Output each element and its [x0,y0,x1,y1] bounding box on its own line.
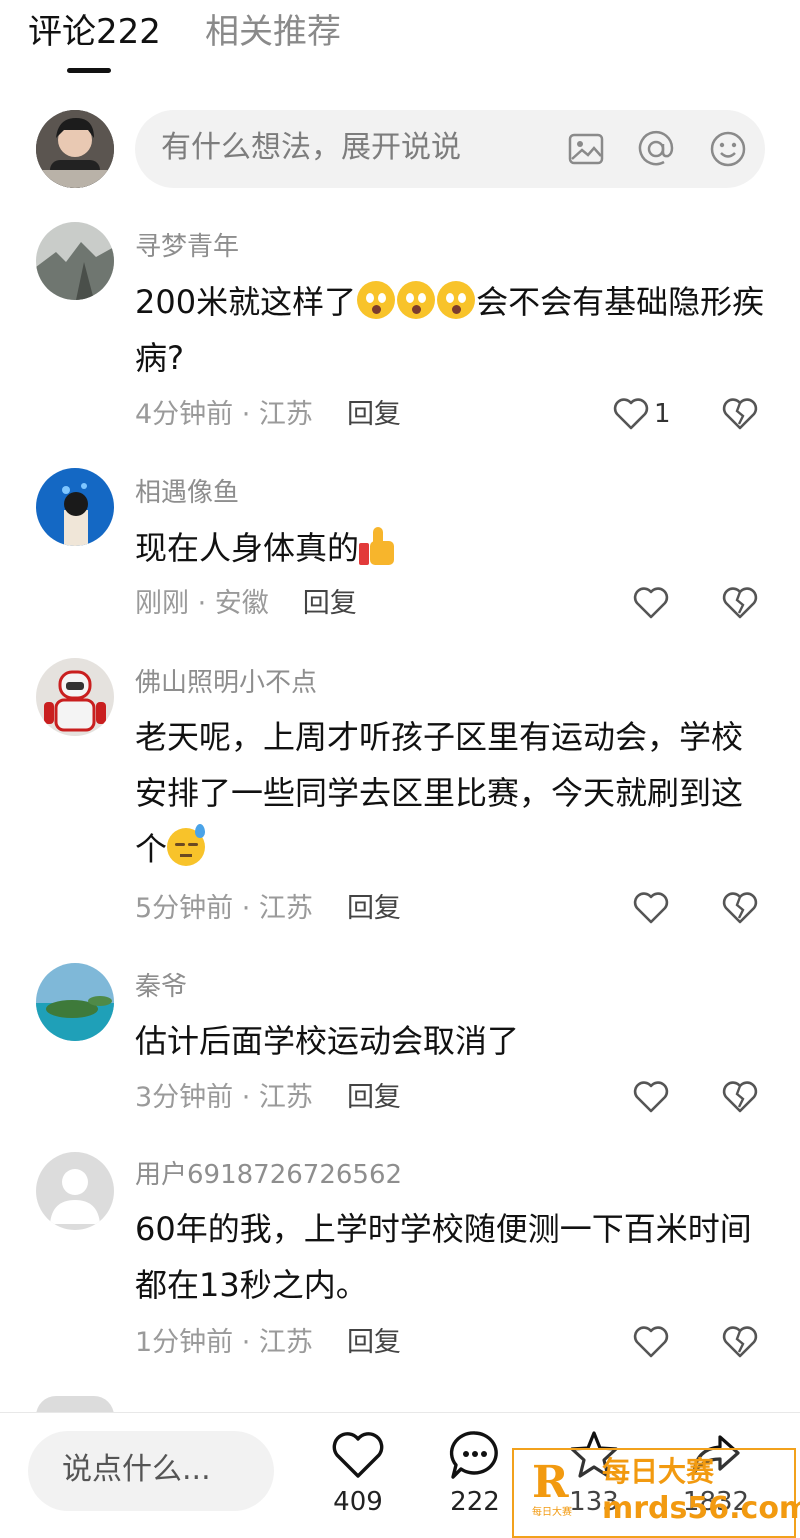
watermark-small-text: 每日大赛 [532,1507,572,1518]
comment-text: 老天呢，上周才听孩子区里有运动会，学校安排了一些同学去区里比赛，今天就刷到这个 [135,709,765,877]
comment-meta: 1分钟前 · 江苏 回复 [135,1325,401,1361]
tab-related[interactable]: 相关推荐 [205,10,341,54]
broken-heart-icon[interactable] [722,1325,758,1359]
dizzy-emoji-icon [437,281,476,319]
comment-time-location: 刚刚 · 安徽 [135,588,269,619]
comment-text-part: 现在人身体真的 [135,529,360,567]
my-avatar[interactable] [36,110,114,188]
comment-meta: 4分钟前 · 江苏 回复 [135,397,401,433]
dizzy-emoji-icon [397,281,436,319]
heart-icon[interactable] [613,397,649,431]
comment-text-part: 老天呢，上周才听孩子区里有运动会，学校安排了一些同学去区里比赛，今天就刷到这个 [135,718,744,868]
reply-button[interactable]: 回复 [347,1082,401,1113]
comment-username[interactable]: 寻梦青年 [135,230,239,264]
heart-icon[interactable] [633,1325,669,1359]
tab-comments[interactable]: 评论222 [28,10,161,54]
watermark: R 每日大赛 每日大赛 mrds56.com [512,1448,800,1538]
comment-meta: 3分钟前 · 江苏 回复 [135,1080,401,1116]
comment-input[interactable]: 有什么想法，展开说说 [135,110,765,188]
comment-count: 222 [450,1487,500,1517]
watermark-logo: R [532,1457,569,1508]
broken-heart-icon[interactable] [722,586,758,620]
reply-button[interactable]: 回复 [347,893,401,924]
watermark-title: 每日大赛 [602,1455,715,1488]
avatar[interactable] [36,963,114,1041]
avatar[interactable] [36,1152,114,1230]
at-icon[interactable] [637,130,675,168]
comment-username[interactable]: 用户6918726726562 [135,1158,402,1192]
comment-text: 现在人身体真的 [135,520,765,576]
comment-meta: 5分钟前 · 江苏 回复 [135,891,401,927]
reply-button[interactable]: 回复 [347,1327,401,1358]
comment-text-part: 200米就这样了 [135,283,357,321]
say-something-input[interactable]: 说点什么... [28,1431,274,1511]
avatar[interactable] [36,222,114,300]
broken-heart-icon[interactable] [722,1080,758,1114]
comment-icon[interactable] [447,1427,503,1483]
reply-button[interactable]: 回复 [347,399,401,430]
comment-time-location: 5分钟前 · 江苏 [135,893,313,924]
comment-username[interactable]: 秦爷 [135,970,187,1004]
avatar[interactable] [36,468,114,546]
like-count: 409 [333,1487,383,1517]
like-count: 1 [654,399,671,429]
thumbs-up-emoji-icon [359,527,395,567]
reply-button[interactable]: 回复 [303,588,357,619]
comment-time-location: 1分钟前 · 江苏 [135,1327,313,1358]
emoji-icon[interactable] [709,130,747,168]
comment-username[interactable]: 佛山照明小不点 [135,666,317,700]
say-something-placeholder: 说点什么... [62,1452,211,1487]
image-icon[interactable] [567,130,605,168]
comment-text: 60年的我，上学时学校随便测一下百米时间都在13秒之内。 [135,1210,752,1304]
comment-text: 200米就这样了 会不会有基础隐形疾病? [135,274,765,386]
dizzy-emoji-icon [357,281,396,319]
heart-icon[interactable] [330,1427,386,1483]
comment-time-location: 4分钟前 · 江苏 [135,399,313,430]
comment-input-placeholder: 有什么想法，展开说说 [161,130,461,165]
sweat-emoji-icon [167,824,206,866]
broken-heart-icon[interactable] [722,397,758,431]
avatar[interactable] [36,658,114,736]
comment-username[interactable]: 相遇像鱼 [135,476,239,510]
comment-text: 估计后面学校运动会取消了 [135,1022,520,1060]
comment-meta: 刚刚 · 安徽 回复 [135,586,357,622]
watermark-url: mrds56.com [602,1491,800,1526]
broken-heart-icon[interactable] [722,891,758,925]
heart-icon[interactable] [633,891,669,925]
heart-icon[interactable] [633,1080,669,1114]
tab-indicator [67,68,111,73]
comment-time-location: 3分钟前 · 江苏 [135,1082,313,1113]
heart-icon[interactable] [633,586,669,620]
